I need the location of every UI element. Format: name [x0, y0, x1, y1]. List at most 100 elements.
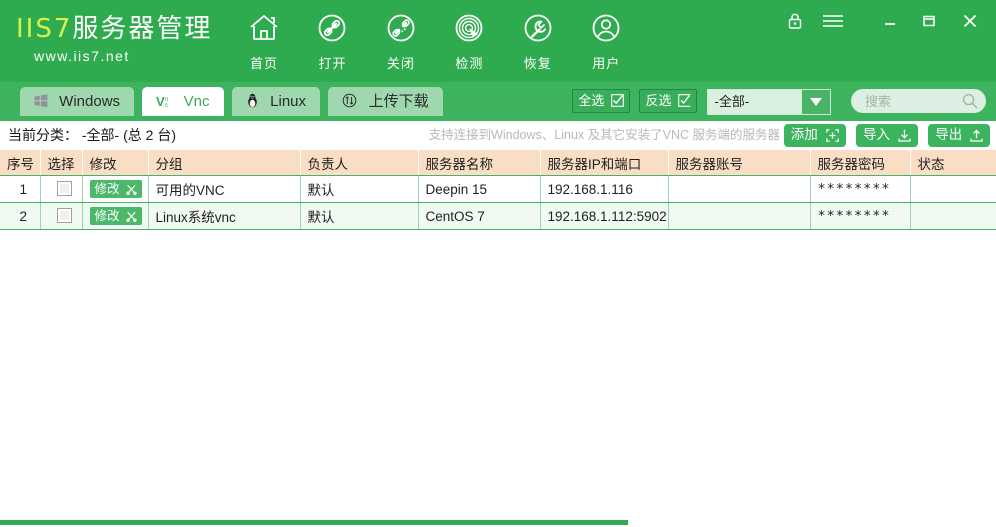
toolbar-button-restore[interactable]: 恢复	[506, 8, 570, 72]
bottom-progress-fill	[0, 520, 628, 525]
table-row[interactable]: 1 修改 可用的VNC 默认 Deepin 15 192.168.1.116 *…	[0, 175, 996, 203]
edit-button[interactable]: 修改	[89, 180, 142, 198]
import-button[interactable]: 导入	[856, 124, 918, 147]
link-icon	[300, 10, 364, 50]
export-button[interactable]: 导出	[928, 124, 990, 147]
toolbar-button-close[interactable]: 关闭	[369, 8, 433, 72]
logo-title: IIS7服务器管理	[16, 14, 216, 44]
cell-select[interactable]	[40, 202, 83, 230]
cell-password: ********	[810, 202, 911, 230]
toolbar-label-home: 首页	[249, 56, 278, 71]
toolbar-button-open[interactable]: 打开	[300, 8, 364, 72]
add-target-icon	[825, 129, 839, 142]
logo-title-text: 服务器管理	[72, 14, 213, 44]
edit-button[interactable]: 修改	[89, 207, 142, 225]
tab-strip: Windows Vnc Vnc Linux 上传下载 全选 反选 -全部- 搜索	[0, 82, 996, 121]
broken-link-icon	[369, 10, 433, 50]
search-box[interactable]	[851, 89, 986, 115]
table-row[interactable]: 2 修改 Linux系统vnc 默认 CentOS 7 192.168.1.11…	[0, 202, 996, 230]
cell-password: ********	[810, 175, 911, 203]
cell-owner: 默认	[300, 202, 419, 230]
close-button[interactable]	[950, 0, 990, 42]
app-logo: IIS7服务器管理 www.iis7.net	[16, 14, 216, 65]
invert-selection-button[interactable]: 反选	[639, 89, 698, 113]
tab-upload-download[interactable]: 上传下载	[328, 87, 443, 116]
bottom-status-bar	[0, 518, 996, 527]
column-header-select[interactable]: 选择	[40, 150, 83, 176]
toolbar-label-close: 关闭	[386, 56, 415, 71]
edit-button-label: 修改	[94, 182, 120, 196]
windows-logo-icon	[34, 89, 48, 118]
column-header-account[interactable]: 服务器账号	[668, 150, 811, 176]
toolbar-label-restore: 恢复	[523, 56, 552, 71]
home-icon	[232, 10, 296, 50]
row-checkbox[interactable]	[57, 208, 72, 223]
add-button-label: 添加	[790, 127, 818, 142]
menu-button[interactable]	[816, 0, 850, 42]
winctl-spacer	[855, 0, 869, 42]
cell-select[interactable]	[40, 175, 83, 203]
logo-title-brand: IIS7	[16, 14, 73, 44]
invert-selection-label: 反选	[645, 93, 672, 108]
cell-server-name: CentOS 7	[418, 202, 541, 230]
search-input[interactable]	[863, 89, 959, 115]
edit-button-label: 修改	[94, 209, 120, 223]
tab-windows[interactable]: Windows	[20, 87, 135, 118]
logo-subtitle: www.iis7.net	[34, 48, 130, 64]
column-header-ip-port[interactable]: 服务器IP和端口	[540, 150, 669, 176]
current-category-text: 当前分类： -全部- (总 2 台)	[8, 127, 176, 143]
user-icon	[574, 10, 638, 50]
cell-owner: 默认	[300, 175, 419, 203]
cell-index: 2	[0, 202, 41, 230]
tab-label-vnc: Vnc	[183, 93, 210, 110]
scissors-icon	[126, 184, 137, 196]
column-header-password[interactable]: 服务器密码	[810, 150, 911, 176]
minimize-button[interactable]	[873, 0, 907, 42]
scissors-icon	[126, 211, 137, 223]
app-window: IIS7服务器管理 www.iis7.net 首页 打开 关闭 检测 恢复 用户…	[0, 0, 996, 527]
toolbar-label-user: 用户	[592, 56, 621, 71]
search-icon	[962, 93, 978, 114]
tab-linux[interactable]: Linux	[231, 87, 320, 116]
cell-account	[668, 175, 811, 203]
toolbar-label-detect: 检测	[455, 56, 484, 71]
cell-group: Linux系统vnc	[148, 202, 301, 230]
checkbox-invert-icon	[678, 94, 691, 107]
select-all-button[interactable]: 全选	[572, 89, 630, 113]
row-checkbox[interactable]	[57, 181, 72, 196]
cell-status	[910, 175, 996, 203]
table-body: 1 修改 可用的VNC 默认 Deepin 15 192.168.1.116 *…	[0, 175, 996, 230]
column-header-status[interactable]: 状态	[910, 150, 996, 176]
window-controls	[778, 0, 996, 42]
tab-label-linux: Linux	[270, 93, 306, 110]
export-button-label: 导出	[935, 127, 963, 142]
record-action-buttons: 添加 导入 导出	[778, 124, 990, 147]
category-filter-select[interactable]: -全部-	[706, 89, 831, 115]
column-header-server-name[interactable]: 服务器名称	[418, 150, 541, 176]
toolbar-button-user[interactable]: 用户	[574, 8, 638, 72]
info-bar: 当前分类： -全部- (总 2 台) 支持连接到Windows、Linux 及其…	[0, 121, 996, 150]
toolbar-button-home[interactable]: 首页	[232, 8, 296, 72]
tab-vnc[interactable]: Vnc Vnc	[142, 87, 224, 118]
chevron-down-icon[interactable]	[801, 90, 830, 114]
maximize-button[interactable]	[912, 0, 946, 42]
column-header-index[interactable]: 序号	[0, 150, 41, 176]
column-header-edit[interactable]: 修改	[82, 150, 149, 176]
support-hint-text: 支持连接到Windows、Linux 及其它安装了VNC 服务端的服务器	[428, 128, 780, 142]
column-header-owner[interactable]: 负责人	[300, 150, 419, 176]
cell-edit[interactable]: 修改	[82, 175, 149, 203]
vnc-icon: Vnc	[156, 89, 172, 118]
tab-label-windows: Windows	[59, 93, 121, 110]
toolbar-button-detect[interactable]: 检测	[437, 8, 501, 72]
add-button[interactable]: 添加	[783, 124, 846, 147]
cell-edit[interactable]: 修改	[82, 202, 149, 230]
wrench-icon	[506, 10, 570, 50]
tab-label-upload-download: 上传下载	[368, 93, 429, 110]
server-table-container: 序号 选择 修改 分组 负责人 服务器名称 服务器IP和端口 服务器账号 服务器…	[0, 150, 996, 230]
toolbar-label-open: 打开	[318, 56, 347, 71]
tab-strip-actions: 全选 反选 -全部-	[572, 89, 986, 115]
column-header-group[interactable]: 分组	[148, 150, 301, 176]
cell-status	[910, 202, 996, 230]
tab-list: Windows Vnc Vnc Linux 上传下载	[20, 87, 447, 116]
lock-button[interactable]	[778, 0, 812, 42]
